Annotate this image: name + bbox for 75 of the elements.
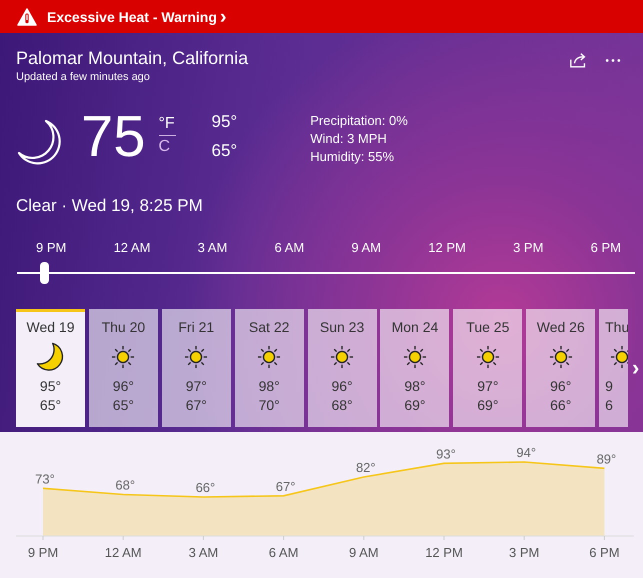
day-label: Mon 24: [392, 318, 438, 336]
unit-toggle[interactable]: C: [158, 138, 170, 156]
temperature-label: 82°: [356, 460, 376, 475]
axis-label: 9 AM: [348, 545, 379, 558]
high-temperature: 96°: [112, 377, 134, 396]
low-temperature: 6: [605, 396, 613, 415]
low-temperature: 65°: [212, 141, 238, 161]
axis-label: 12 AM: [104, 545, 142, 558]
high-temperature: 96°: [550, 377, 572, 396]
weather-detail: Wind: 3 MPH: [310, 131, 388, 146]
low-temperature: 68°: [331, 396, 353, 415]
time-label: 3 PM: [513, 240, 544, 255]
high-temperature: 95°: [212, 112, 238, 132]
day-card[interactable]: Mon 24 98° 69°: [380, 309, 450, 427]
temperature-label: 93°: [436, 446, 456, 462]
day-card[interactable]: Thu 20 96° 65°: [88, 309, 158, 427]
low-temperature: 70°: [258, 396, 280, 415]
time-label: 3 AM: [198, 240, 228, 255]
day-label: Thu 20: [102, 318, 146, 336]
day-label: Wed 19: [26, 318, 74, 336]
day-label: Wed 26: [536, 318, 585, 336]
day-card[interactable]: Fri 21 97° 67°: [162, 309, 231, 427]
chevron-icon: ›: [220, 6, 227, 26]
temperature-label: 68°: [115, 478, 136, 492]
condition-summary: Clear · Wed 19, 8:25 PM: [16, 196, 204, 216]
updated-text: Updated a few minutes ago: [16, 71, 151, 83]
axis-label: 3 AM: [188, 545, 218, 558]
low-temperature: 65°: [40, 396, 62, 415]
day-card[interactable]: Sun 23 96° 68°: [308, 309, 377, 427]
high-temperature: 98°: [258, 377, 280, 396]
alert-title: Excessive Heat - Warning: [47, 8, 217, 24]
day-card[interactable]: Thu 9 6: [599, 309, 628, 427]
alert-banner[interactable]: Excessive Heat - Warning›: [0, 0, 643, 33]
temperature-label: 89°: [596, 451, 616, 466]
day-card[interactable]: Tue 25 97° 69°: [453, 309, 522, 427]
day-label: Tue 25: [466, 318, 510, 336]
low-temperature: 69°: [477, 396, 498, 415]
high-temperature: 9: [605, 377, 613, 396]
temperature-label: 67°: [276, 478, 296, 494]
time-label: 9 AM: [351, 240, 382, 255]
low-temperature: 67°: [186, 396, 207, 415]
axis-label: 6 PM: [589, 545, 620, 558]
low-temperature: 65°: [112, 396, 134, 415]
day-label: Fri 21: [178, 318, 214, 336]
location-title: Palomar Mountain, California: [16, 48, 248, 69]
axis-label: 12 PM: [425, 545, 463, 558]
temperature-label: 73°: [35, 471, 55, 486]
time-label: 6 AM: [274, 240, 304, 255]
day-card[interactable]: Wed 19 95° 65°: [16, 309, 85, 427]
time-label: 6 PM: [590, 240, 621, 255]
axis-label: 9 PM: [28, 545, 58, 558]
time-label: 12 PM: [428, 240, 466, 255]
time-label: 12 AM: [114, 240, 150, 255]
temperature-label: 66°: [196, 480, 216, 495]
high-temperature: 97°: [477, 377, 498, 396]
day-label: Sun 23: [320, 318, 364, 336]
axis-label: 3 PM: [509, 545, 540, 558]
low-temperature: 66°: [550, 396, 572, 415]
high-temperature: 96°: [331, 377, 353, 396]
temperature-label: 94°: [516, 445, 536, 460]
axis-label: 6 AM: [268, 545, 298, 558]
weather-detail: Precipitation: 0%: [310, 113, 408, 128]
low-temperature: 69°: [404, 396, 426, 415]
day-label: Sat 22: [248, 318, 290, 336]
high-temperature: 97°: [186, 377, 207, 396]
current-temperature: 75: [81, 106, 146, 168]
high-temperature: 98°: [404, 377, 426, 396]
unit-toggle[interactable]: °F: [158, 115, 175, 133]
time-label: 9 PM: [36, 240, 66, 255]
day-label: Thu: [605, 318, 628, 336]
day-card[interactable]: Sat 22 98° 70°: [234, 309, 304, 427]
next-arrow[interactable]: ›: [632, 357, 640, 379]
day-card[interactable]: Wed 26 96° 66°: [526, 309, 596, 427]
weather-detail: Humidity: 55%: [310, 149, 396, 164]
high-temperature: 95°: [40, 377, 62, 396]
